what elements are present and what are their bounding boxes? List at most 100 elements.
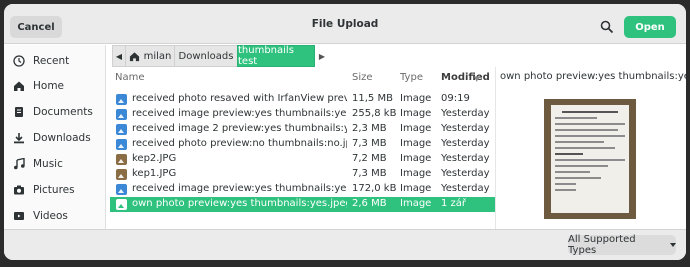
camera-icon [13, 184, 25, 196]
document-icon [13, 106, 25, 118]
column-header-modified[interactable]: Modified [441, 72, 490, 86]
file-type: Image [400, 168, 432, 179]
sidebar-item-label: Pictures [33, 184, 75, 196]
sidebar-item-home[interactable]: Home [4, 75, 105, 97]
path-forward-button[interactable]: ▶ [314, 45, 330, 67]
preview-pane: own photo preview:yes thumbnails:yes.jpe… [495, 67, 686, 229]
crumb-milan[interactable]: milan [125, 45, 175, 67]
file-name: kep2.JPG [132, 153, 177, 164]
video-icon [13, 210, 25, 222]
chevron-down-icon [670, 243, 676, 247]
sidebar-item-label: Recent [33, 55, 70, 67]
image-file-icon [116, 94, 127, 105]
sidebar-item-pictures[interactable]: Pictures [4, 179, 105, 201]
file-size: 2,6 MB [352, 198, 387, 209]
crumb-thumbnails-test[interactable]: thumbnails test [237, 45, 315, 67]
path-back-button[interactable]: ◀ [112, 45, 126, 67]
open-button[interactable]: Open [624, 16, 676, 38]
places-sidebar: Recent Home Documents Downloads Music Pi… [4, 45, 106, 229]
sidebar-item-label: Documents [33, 106, 93, 118]
file-modified: 09:19 [441, 93, 470, 104]
preview-filename: own photo preview:yes thumbnails:yes.jpe… [500, 71, 686, 82]
crumb-label: thumbnails test [238, 45, 294, 67]
file-type: Image [400, 153, 432, 164]
image-file-icon [116, 124, 127, 135]
dialog-title: File Upload [311, 18, 379, 30]
file-modified: Yesterday [441, 183, 490, 194]
file-type: Image [400, 138, 432, 149]
sort-descending-icon: ▼ [474, 75, 480, 83]
sidebar-item-label: Videos [33, 210, 68, 222]
file-type: Image [400, 198, 432, 209]
file-type: Image [400, 183, 432, 194]
filter-label: All Supported Types [568, 234, 636, 256]
file-type: Image [400, 93, 432, 104]
file-list: Name Size Type Modified ▼ received photo… [110, 70, 495, 229]
sidebar-item-label: Downloads [33, 132, 91, 144]
table-row-selected[interactable]: own photo preview:yes thumbnails:yes.jpe… [110, 197, 495, 212]
home-icon [129, 51, 140, 62]
file-modified: Yesterday [441, 168, 490, 179]
image-file-icon [116, 109, 127, 120]
image-file-icon [116, 184, 127, 195]
file-modified: 1 zář [441, 198, 467, 209]
column-header-size[interactable]: Size [352, 72, 373, 86]
music-icon [13, 158, 25, 170]
document-page-image [551, 105, 629, 213]
chevron-right-icon: ▶ [318, 51, 326, 61]
file-size: 172,0 kB [352, 183, 397, 194]
file-name: received image 2 preview:yes thumbnails:… [132, 123, 347, 134]
file-modified: Yesterday [441, 108, 490, 119]
clock-icon [13, 55, 25, 67]
file-name: own photo preview:yes thumbnails:yes.jpe… [132, 198, 347, 209]
download-icon [13, 132, 25, 144]
file-size: 7,3 MB [352, 138, 387, 149]
sidebar-item-videos[interactable]: Videos [4, 205, 105, 227]
header-bar: Cancel File Upload Open [4, 4, 686, 44]
file-upload-dialog: Cancel File Upload Open Recent Home Docu… [4, 4, 686, 260]
table-row[interactable]: received image preview:yes thumbnails:ye… [110, 182, 495, 197]
footer-bar: All Supported Types [4, 229, 686, 260]
path-bar: ◀ milan Downloads thumbnails test ▶ [112, 45, 442, 67]
crumb-label: Downloads [178, 50, 234, 62]
file-modified: Yesterday [441, 153, 490, 164]
photo-thumbnail-icon [116, 169, 127, 180]
file-type-filter-dropdown[interactable]: All Supported Types [568, 234, 676, 256]
sidebar-item-label: Music [33, 158, 63, 170]
file-modified: Yesterday [441, 123, 490, 134]
table-row[interactable]: received photo preview:no thumbnails:no.… [110, 137, 495, 152]
search-icon[interactable] [600, 20, 614, 34]
file-size: 11,5 MB [352, 93, 393, 104]
file-name: kep1.JPG [132, 168, 177, 179]
column-header-name[interactable]: Name [115, 72, 145, 86]
file-name: received photo resaved with IrfanView pr… [132, 93, 347, 104]
sidebar-item-recent[interactable]: Recent [4, 50, 105, 72]
table-row[interactable]: received photo resaved with IrfanView pr… [110, 92, 495, 107]
file-name: received image preview:yes thumbnails:ye… [132, 108, 347, 119]
crumb-label: milan [143, 50, 172, 62]
table-row[interactable]: kep1.JPG 7,3 MB Image Yesterday [110, 167, 495, 182]
table-row[interactable]: received image 2 preview:yes thumbnails:… [110, 122, 495, 137]
file-size: 255,8 kB [352, 108, 397, 119]
file-size: 7,3 MB [352, 168, 387, 179]
table-row[interactable]: received image preview:yes thumbnails:ye… [110, 107, 495, 122]
file-type: Image [400, 123, 432, 134]
preview-thumbnail [544, 99, 636, 219]
file-size: 2,3 MB [352, 123, 387, 134]
table-row[interactable]: kep2.JPG 7,2 MB Image Yesterday [110, 152, 495, 167]
photo-thumbnail-icon [116, 154, 127, 165]
chevron-left-icon: ◀ [115, 51, 123, 61]
column-header-type[interactable]: Type [400, 72, 423, 86]
file-size: 7,2 MB [352, 153, 387, 164]
file-name: received photo preview:no thumbnails:no.… [132, 138, 347, 149]
sidebar-item-music[interactable]: Music [4, 153, 105, 175]
image-file-icon [116, 199, 127, 210]
sidebar-item-downloads[interactable]: Downloads [4, 127, 105, 149]
sidebar-item-documents[interactable]: Documents [4, 101, 105, 123]
file-name: received image preview:yes thumbnails:ye… [132, 183, 347, 194]
file-type: Image [400, 108, 432, 119]
home-icon [13, 80, 25, 92]
crumb-downloads[interactable]: Downloads [174, 45, 238, 67]
sidebar-item-label: Home [33, 80, 65, 92]
file-modified: Yesterday [441, 138, 490, 149]
